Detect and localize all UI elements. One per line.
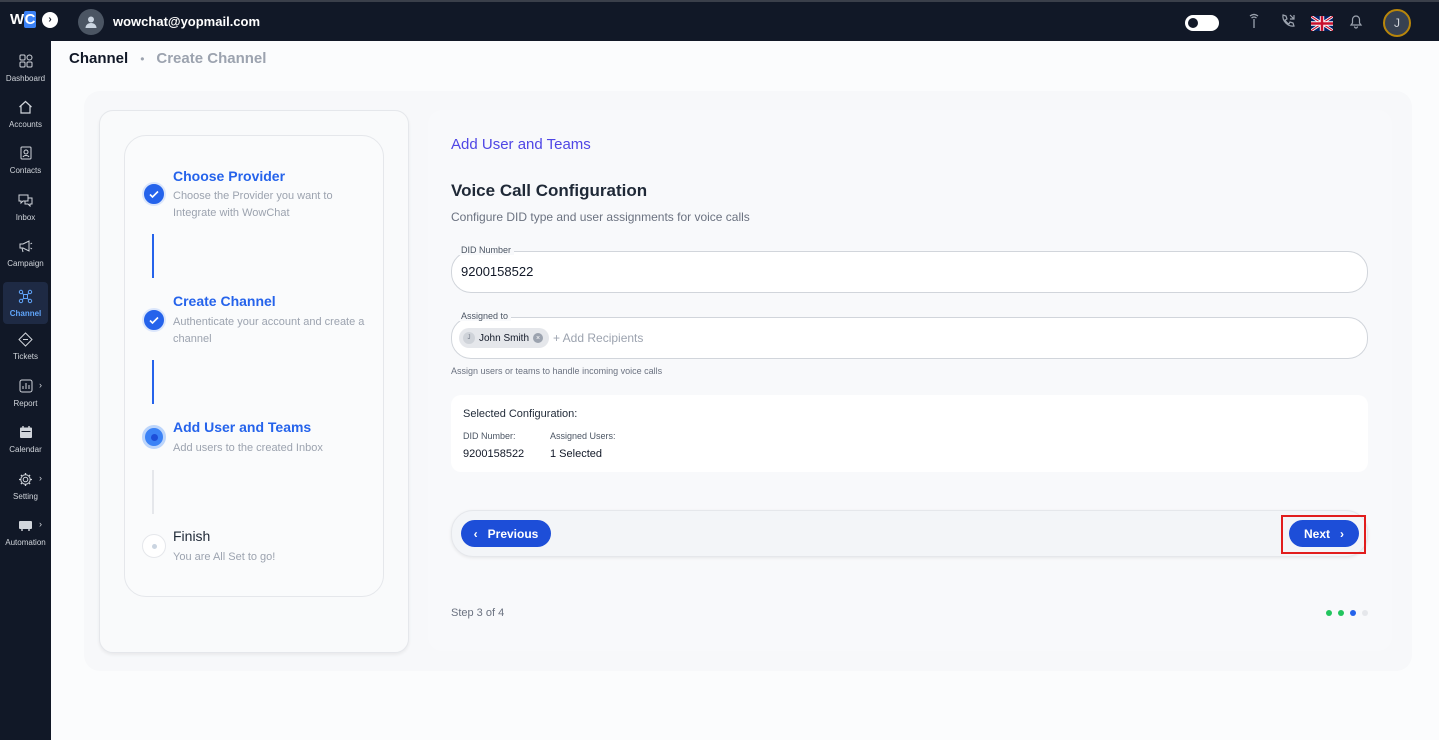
summary-users-value: 1 Selected (550, 448, 602, 460)
breadcrumb: Channel • Create Channel (69, 50, 266, 67)
sidebar-item-accounts[interactable]: Accounts (0, 93, 51, 135)
check-icon (142, 308, 166, 332)
assigned-to-label: Assigned to (458, 311, 512, 321)
step-desc-choose-provider: Choose the Provider you want to Integrat… (173, 190, 333, 219)
step-connector (152, 234, 154, 278)
progress-dot (1362, 610, 1368, 616)
theme-toggle[interactable] (1185, 15, 1219, 31)
contact-card-icon (20, 146, 32, 164)
did-number-value[interactable]: 9200158522 (461, 264, 533, 279)
next-button-highlight (1281, 515, 1366, 554)
signal-icon[interactable] (1237, 13, 1271, 33)
step-desc-add-user-teams: Add users to the created Inbox (173, 442, 323, 454)
logo-text: WC (10, 11, 37, 28)
chart-icon (19, 379, 33, 397)
bell-icon[interactable] (1339, 13, 1373, 33)
summary-title: Selected Configuration: (463, 408, 578, 420)
progress-dots (1326, 610, 1368, 616)
top-right-actions: J (1185, 9, 1411, 37)
step-title-choose-provider: Choose Provider (173, 168, 286, 184)
wizard-nav-bar (451, 510, 1368, 557)
chip-name: John Smith (479, 332, 530, 344)
page-title: Voice Call Configuration (451, 181, 648, 200)
sidebar-item-tickets[interactable]: Tickets (0, 325, 51, 367)
breadcrumb-current: Channel (69, 50, 129, 67)
user-email: wowchat@yopmail.com (113, 14, 261, 29)
sidebar-collapse-icon[interactable]: › (42, 11, 59, 28)
uk-flag-icon[interactable] (1311, 15, 1333, 31)
logo: WC › (10, 11, 59, 28)
section-title: Add User and Teams (451, 136, 591, 153)
progress-dot (1326, 610, 1332, 616)
current-step-icon (142, 425, 166, 449)
chip-avatar: J (463, 332, 475, 344)
sidebar-item-channel[interactable]: Channel (0, 282, 51, 324)
phone-call-icon[interactable] (1271, 13, 1305, 33)
sidebar-item-automation[interactable]: › Automation (0, 511, 51, 553)
chat-bubbles-icon (18, 193, 33, 211)
home-icon (18, 100, 33, 118)
check-icon (142, 182, 166, 206)
progress-dot (1350, 610, 1356, 616)
breadcrumb-link[interactable]: Create Channel (156, 50, 266, 67)
remove-chip-icon[interactable]: × (533, 333, 544, 343)
chevron-right-icon: › (39, 519, 42, 529)
calendar-icon (19, 425, 33, 443)
sidebar-item-report[interactable]: › Report (0, 372, 51, 414)
step-desc-create-channel: Authenticate your account and create a c… (173, 316, 365, 345)
summary-did-value: 9200158522 (463, 448, 525, 460)
sidebar-item-contacts[interactable]: Contacts (0, 139, 51, 181)
automation-icon (18, 518, 33, 536)
step-counter: Step 3 of 4 (451, 607, 505, 619)
add-recipients-input[interactable]: + Add Recipients (553, 331, 643, 345)
pending-step-icon (142, 534, 166, 558)
sidebar-item-calendar[interactable]: Calendar (0, 418, 51, 460)
breadcrumb-separator: • (140, 51, 145, 66)
sidebar-item-campaign[interactable]: Campaign (0, 232, 51, 274)
sidebar-item-inbox[interactable]: Inbox (0, 186, 51, 228)
previous-label: Previous (487, 526, 539, 541)
step-connector (152, 360, 154, 404)
sidebar-item-setting[interactable]: › Setting (0, 465, 51, 507)
summary-users-label: Assigned Users: (550, 431, 616, 441)
megaphone-icon (18, 239, 33, 257)
gear-icon (18, 472, 33, 490)
profile-avatar[interactable]: J (1383, 9, 1411, 37)
progress-dot (1338, 610, 1344, 616)
summary-did-label: DID Number: (463, 431, 516, 441)
recipient-chip: J John Smith × (459, 328, 550, 348)
step-desc-finish: You are All Set to go! (173, 551, 276, 563)
chevron-right-icon: › (39, 473, 42, 483)
step-title-finish: Finish (173, 528, 211, 544)
did-number-label: DID Number (458, 245, 515, 255)
user-avatar-icon[interactable] (78, 9, 104, 35)
step-title-create-channel: Create Channel (173, 293, 276, 309)
grid-icon (19, 54, 33, 72)
sidebar: Dashboard Accounts Contacts Inbox Campai… (0, 41, 51, 740)
ticket-icon (18, 331, 33, 350)
sidebar-item-dashboard[interactable]: Dashboard (0, 47, 51, 89)
network-icon (18, 289, 33, 307)
chevron-left-icon: ‹ (473, 526, 478, 541)
did-number-field[interactable] (451, 251, 1368, 293)
chevron-right-icon: › (39, 380, 42, 390)
step-connector (152, 470, 154, 514)
page-subtitle: Configure DID type and user assignments … (451, 210, 750, 224)
previous-button[interactable]: ‹ Previous (461, 520, 551, 547)
assigned-helper-text: Assign users or teams to handle incoming… (451, 366, 663, 376)
step-title-add-user-teams: Add User and Teams (173, 419, 312, 435)
top-bar: WC › wowchat@yopmail.com J (0, 0, 1439, 41)
